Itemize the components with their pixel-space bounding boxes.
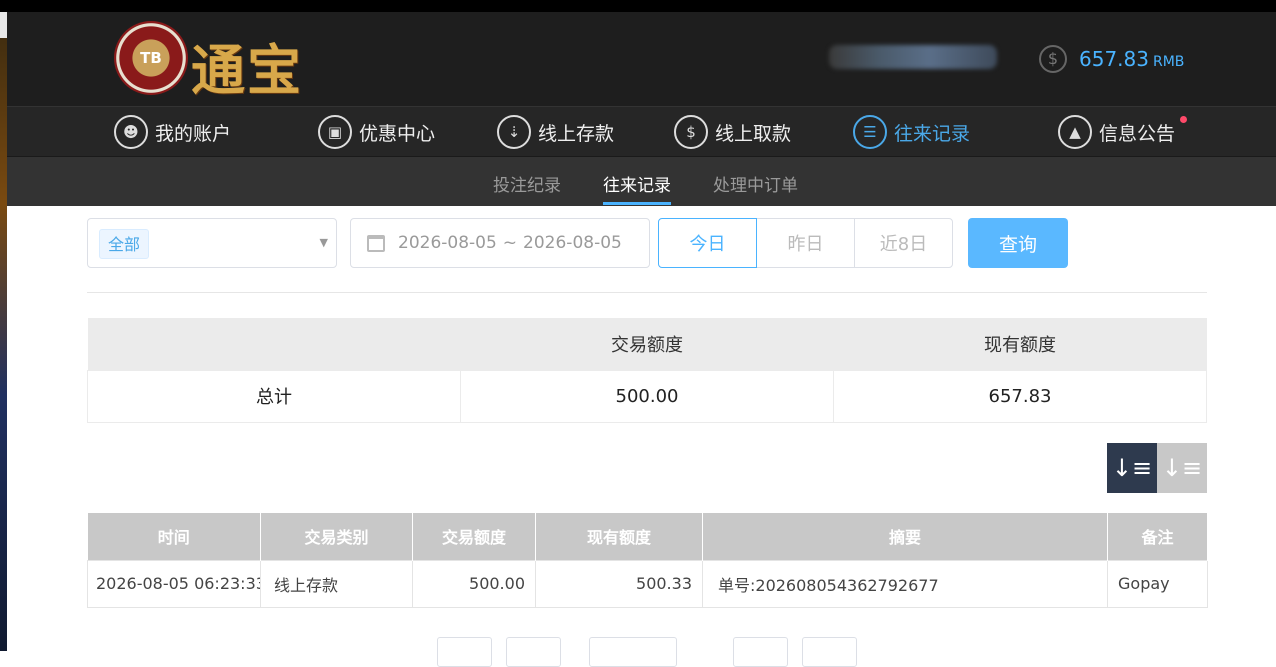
col-time: 时间: [87, 513, 261, 560]
cell-note: Gopay: [1107, 559, 1208, 608]
window-top-bar: [0, 0, 1276, 12]
background-side-strip: [0, 12, 7, 651]
summary-table: 交易额度 现有额度 总计 500.00 657.83: [87, 318, 1207, 423]
dollar-coin-icon: $: [1039, 45, 1067, 73]
sort-ascending-icon[interactable]: ↓≡: [1157, 443, 1207, 493]
col-type: 交易类别: [260, 513, 413, 560]
cell-summary: 单号:202608054362792677: [702, 559, 1108, 608]
notification-dot: [1180, 116, 1188, 123]
tab-bet-records[interactable]: 投注纪录: [493, 171, 561, 196]
gift-icon: ▣: [318, 115, 352, 149]
range-today-button[interactable]: 今日: [658, 218, 757, 268]
user-icon: ☻: [114, 115, 148, 149]
brand-name: 通宝: [191, 38, 303, 102]
sort-descending-icon[interactable]: ↓≡: [1107, 443, 1157, 493]
calendar-icon: [367, 234, 385, 252]
summary-total-label: 总计: [87, 369, 461, 423]
summary-header-amount: 交易额度: [460, 318, 834, 370]
summary-header-row: 交易额度 现有额度: [87, 318, 1207, 370]
withdraw-icon: $: [674, 115, 708, 149]
brand-logo[interactable]: TB: [114, 21, 188, 95]
summary-row: 总计 500.00 657.83: [87, 369, 1207, 423]
nav-label: 信息公告: [1099, 122, 1176, 145]
balance-currency: RMB: [1152, 54, 1185, 70]
nav-label: 往来记录: [894, 122, 971, 145]
nav-promotions[interactable]: ▣ 优惠中心: [318, 115, 435, 149]
nav-records[interactable]: ☰ 往来记录: [853, 115, 970, 149]
sub-nav: 投注纪录 往来记录 处理中订单: [7, 156, 1276, 206]
records-table: 时间 交易类别 交易额度 现有额度 摘要 备注 2026-08-05 06:23…: [87, 513, 1208, 608]
selected-type-tag: 全部: [99, 229, 150, 259]
query-button[interactable]: 查询: [968, 218, 1068, 268]
deposit-icon: ⇣: [497, 115, 531, 149]
pager-prev-button[interactable]: [506, 637, 561, 667]
side-strip-tab: [0, 12, 7, 38]
cell-type: 线上存款: [260, 559, 413, 608]
nav-label: 我的账户: [155, 122, 232, 145]
quick-range-group: 今日 昨日 近8日: [658, 218, 953, 268]
main-nav: ☻ 我的账户 ▣ 优惠中心 ⇣ 线上存款 $ 线上取款 ☰ 往来记录 ▲ 信息公告: [7, 106, 1276, 156]
tab-transaction-records[interactable]: 往来记录: [603, 171, 671, 205]
records-header-row: 时间 交易类别 交易额度 现有额度 摘要 备注: [87, 513, 1208, 560]
balance-value: 657.83: [1079, 47, 1149, 71]
pager-first-button[interactable]: [437, 637, 492, 667]
nav-my-account[interactable]: ☻ 我的账户: [114, 115, 231, 149]
nav-label: 优惠中心: [359, 122, 436, 145]
username-redacted: [829, 45, 997, 69]
col-note: 备注: [1107, 513, 1208, 560]
bell-icon: ▲: [1058, 115, 1092, 149]
logo-badge: TB: [140, 49, 162, 67]
col-amount: 交易额度: [412, 513, 536, 560]
site-header: TB 通宝 $ 657.83 RMB: [7, 12, 1276, 106]
tab-pending-orders[interactable]: 处理中订单: [713, 171, 798, 196]
summary-header-current: 现有额度: [833, 318, 1207, 370]
date-start: 2026-08-05: [398, 233, 497, 253]
pager-page-input[interactable]: [589, 637, 677, 667]
col-balance: 现有额度: [535, 513, 703, 560]
table-row: 2026-08-05 06:23:33 线上存款 500.00 500.33 单…: [87, 559, 1208, 608]
range-yesterday-button[interactable]: 昨日: [756, 218, 855, 268]
cell-balance: 500.33: [535, 559, 703, 608]
summary-total-amount: 500.00: [460, 369, 834, 423]
nav-withdraw[interactable]: $ 线上取款: [674, 115, 791, 149]
pager-next-button[interactable]: [733, 637, 788, 667]
divider: [87, 292, 1207, 293]
cell-amount: 500.00: [412, 559, 536, 608]
nav-deposit[interactable]: ⇣ 线上存款: [497, 115, 614, 149]
records-icon: ☰: [853, 115, 887, 149]
cell-time: 2026-08-05 06:23:33: [87, 559, 261, 608]
col-summary: 摘要: [702, 513, 1108, 560]
chevron-down-icon: ▼: [319, 236, 328, 249]
account-balance: 657.83 RMB: [1079, 47, 1184, 71]
pager-last-button[interactable]: [802, 637, 857, 667]
nav-announcements[interactable]: ▲ 信息公告: [1058, 115, 1188, 149]
date-end: 2026-08-05: [523, 233, 622, 253]
date-range-picker[interactable]: 2026-08-05 ~ 2026-08-05: [350, 218, 650, 268]
transaction-type-select[interactable]: 全部 ▼: [87, 218, 337, 268]
range-last8days-button[interactable]: 近8日: [854, 218, 953, 268]
date-separator: ~: [502, 233, 518, 253]
nav-label: 线上存款: [538, 122, 615, 145]
summary-total-current: 657.83: [833, 369, 1207, 423]
nav-label: 线上取款: [715, 122, 792, 145]
summary-header-label: [87, 318, 461, 370]
